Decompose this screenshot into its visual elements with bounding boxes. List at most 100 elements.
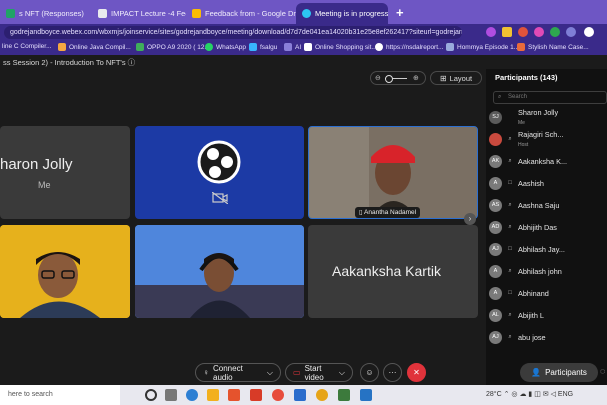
bookmark[interactable]: OPPO A9 2020 ( 12... — [136, 43, 210, 51]
participant-row[interactable]: AK ⌕ Aakanksha K... — [489, 151, 607, 171]
participant-row[interactable]: A □ Abhinand — [489, 283, 607, 303]
obs-logo-icon — [197, 140, 241, 184]
chevron-down-icon[interactable]: ⌵ — [339, 368, 345, 378]
video-tile-participant[interactable] — [135, 225, 304, 318]
sheets-icon — [6, 9, 15, 18]
zoom-slider-knob[interactable] — [385, 75, 393, 83]
next-page-button[interactable]: › — [464, 213, 476, 225]
video-off-icon — [212, 192, 228, 204]
tray-icons[interactable]: ⌃ ◎ ☁ ▮ ◫ ✉ ◁ — [504, 391, 558, 398]
audio-icon: ⌕ — [508, 157, 512, 164]
windows-taskbar: here to search 28°C ⌃ ◎ ☁ ▮ ◫ ✉ ◁ ENG — [0, 385, 607, 405]
bookmark[interactable]: fsalgu — [249, 43, 277, 51]
start-video-button[interactable]: ▭ Start video ⌵ — [285, 363, 353, 382]
participant-name: haron Jolly — [0, 156, 73, 173]
chrome-icon[interactable] — [316, 389, 328, 401]
extension-icon[interactable] — [486, 27, 496, 37]
cortana-icon[interactable] — [145, 389, 157, 401]
extension-icon[interactable] — [550, 27, 560, 37]
participant-name: Aakanksha Kartik — [332, 263, 441, 279]
audio-icon: ⌕ — [508, 201, 512, 208]
file-explorer-icon[interactable] — [207, 389, 219, 401]
avatar: SJ — [489, 110, 502, 124]
address-bar-row: godrejandboyce.webex.com/wbxmjs/joinserv… — [0, 24, 607, 41]
audio-icon: ♀ — [203, 368, 209, 377]
bookmark[interactable]: Hommya Episode 1... — [446, 43, 519, 51]
bookmark[interactable]: Online Java Compil... — [58, 43, 131, 51]
drive-icon — [192, 9, 201, 18]
reactions-button[interactable]: ☺ — [360, 363, 379, 382]
avatar: A — [489, 176, 502, 190]
participant-row[interactable]: AJ ⌕ abu jose — [489, 327, 607, 347]
participant-row[interactable]: AD ⌕ Abhijith Das — [489, 217, 607, 237]
extension-icon[interactable] — [518, 27, 528, 37]
video-tile-sharon[interactable]: haron Jolly Me — [0, 126, 130, 219]
tab-impact-lecture[interactable]: IMPACT Lecture -4 Feedback for... ✕ — [92, 3, 186, 24]
extensions-puzzle-icon[interactable] — [566, 27, 576, 37]
participant-search-input[interactable]: ⌕ Search — [493, 91, 607, 104]
connect-audio-button[interactable]: ♀ Connect audio ⌵ — [195, 363, 281, 382]
zoom-out-icon[interactable]: ⊖ — [375, 74, 381, 82]
participant-row[interactable]: AL ⌕ Abijith L — [489, 305, 607, 325]
star-icon[interactable] — [502, 27, 512, 37]
bookmark[interactable]: Stylish Name Case... — [517, 43, 589, 51]
participants-button[interactable]: 👤 Participants — [520, 363, 598, 382]
tab-google-drive[interactable]: Feedback from - Google Drive ✕ — [186, 3, 296, 24]
zoom-in-icon[interactable]: ⊕ — [413, 74, 419, 82]
zoom-slider[interactable]: ⊖ ⊕ — [370, 71, 426, 85]
bookmark[interactable]: AI — [284, 43, 301, 51]
leave-meeting-button[interactable]: ✕ — [407, 363, 426, 382]
bookmark[interactable]: https://nsdalreport... — [375, 43, 443, 51]
bookmark[interactable]: line C Compiler... — [2, 43, 52, 50]
participant-row[interactable]: AJ □ Abhilash Jay... — [489, 239, 607, 259]
task-view-icon[interactable] — [165, 389, 177, 401]
bookmarks-bar: line C Compiler... Online Java Compil...… — [0, 41, 607, 55]
new-tab-button[interactable]: + — [396, 5, 404, 20]
tab-label: Feedback from - Google Drive — [205, 9, 296, 18]
participant-row[interactable]: A ⌕ Abhilash john — [489, 261, 607, 281]
doc-icon — [98, 9, 107, 18]
acrobat-icon[interactable] — [250, 389, 262, 401]
address-bar[interactable]: godrejandboyce.webex.com/wbxmjs/joinserv… — [4, 26, 462, 39]
webcam-video — [135, 225, 304, 318]
more-options-button[interactable]: ··· — [383, 363, 402, 382]
opera-icon[interactable] — [272, 389, 284, 401]
webex-icon — [302, 9, 311, 18]
layout-button[interactable]: ⊞ Layout — [430, 71, 482, 85]
phone-icon: □ — [508, 246, 512, 252]
video-tile-obs[interactable] — [135, 126, 304, 219]
chevron-down-icon[interactable]: ⌵ — [267, 368, 273, 378]
video-off-icon: ▭ — [293, 368, 301, 377]
avatar: AD — [489, 220, 502, 234]
tab-meeting[interactable]: Meeting is in progress... ✕ — [296, 3, 388, 24]
participant-row[interactable]: A □ Aashish — [489, 173, 607, 193]
participant-row[interactable]: SJ Sharon Jolly Me — [489, 107, 607, 127]
taskbar-search-input[interactable]: here to search — [0, 385, 120, 405]
webex-taskbar-icon[interactable] — [360, 389, 372, 401]
avatar: A — [489, 264, 502, 278]
audio-icon: ⌕ — [508, 333, 512, 340]
video-tile-participant[interactable] — [0, 225, 130, 318]
tab-nft-responses[interactable]: s NFT (Responses) ✕ — [0, 3, 92, 24]
emoji-icon: ☺ — [365, 368, 374, 377]
profile-avatar[interactable] — [584, 27, 594, 37]
extension-icon[interactable] — [534, 27, 544, 37]
bookmark[interactable]: WhatsApp — [205, 43, 246, 51]
webcam-video — [0, 225, 130, 318]
participants-panel: Participants (143) ⌕ Search SJ Sharon Jo… — [486, 69, 607, 385]
app-icon[interactable] — [294, 389, 306, 401]
participant-row[interactable]: ⌕ Rajagiri Sch... Host — [489, 129, 607, 149]
video-tile-anantha[interactable]: ▯ Anantha Nadamel — [308, 126, 478, 219]
participant-row[interactable]: AS ⌕ Aashna Saju — [489, 195, 607, 215]
bookmark[interactable]: Online Shopping sit... — [304, 43, 377, 51]
app-icon[interactable] — [338, 389, 350, 401]
video-tile-aakanksha[interactable]: Aakanksha Kartik — [308, 225, 478, 318]
browser-tab-strip: s NFT (Responses) ✕ IMPACT Lecture -4 Fe… — [0, 0, 607, 24]
avatar: AJ — [489, 242, 502, 256]
search-icon: ⌕ — [498, 94, 502, 100]
edge-icon[interactable] — [186, 389, 198, 401]
app-icon[interactable] — [228, 389, 240, 401]
chat-icon[interactable]: ◌ — [600, 366, 605, 376]
avatar — [489, 132, 502, 146]
tab-label: s NFT (Responses) — [19, 9, 84, 18]
